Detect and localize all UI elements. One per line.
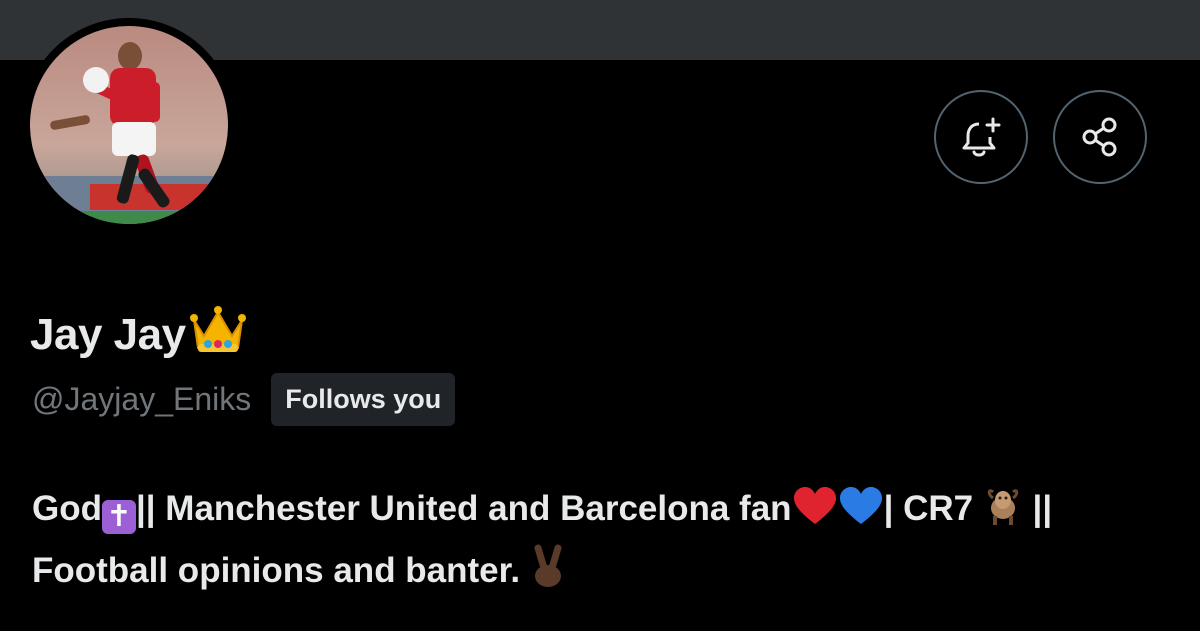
share-icon: [1082, 117, 1117, 157]
avatar-container[interactable]: [22, 18, 236, 232]
bio-text: ||: [1022, 489, 1053, 528]
latin-cross-emoji: ✝: [101, 500, 136, 534]
display-name: Jay Jay: [30, 302, 248, 367]
blue-heart-emoji: [839, 487, 882, 524]
goat-emoji: [987, 489, 1019, 525]
bio-text: God: [32, 489, 102, 528]
victory-hand-emoji: [534, 544, 562, 587]
profile-bio: God ✝ || Manchester United and Barcelona f…: [32, 478, 1182, 602]
bio-text: || Manchester United and Barcelona fan: [135, 489, 792, 528]
follows-you-badge: Follows you: [271, 373, 456, 426]
bell-plus-icon: [962, 117, 1001, 157]
bio-text: | CR7: [883, 489, 983, 528]
avatar-photo: [30, 26, 228, 224]
display-name-text: Jay Jay: [30, 309, 186, 359]
notify-button[interactable]: [934, 90, 1028, 184]
bio-text: Football opinions and banter.: [32, 551, 530, 590]
red-heart-emoji: [793, 487, 836, 524]
username-handle[interactable]: @Jayjay_Eniks: [32, 381, 251, 418]
handle-row: @Jayjay_Eniks Follows you: [32, 373, 456, 426]
crown-emoji: [188, 302, 248, 367]
avatar[interactable]: [30, 26, 228, 224]
share-button[interactable]: [1053, 90, 1147, 184]
